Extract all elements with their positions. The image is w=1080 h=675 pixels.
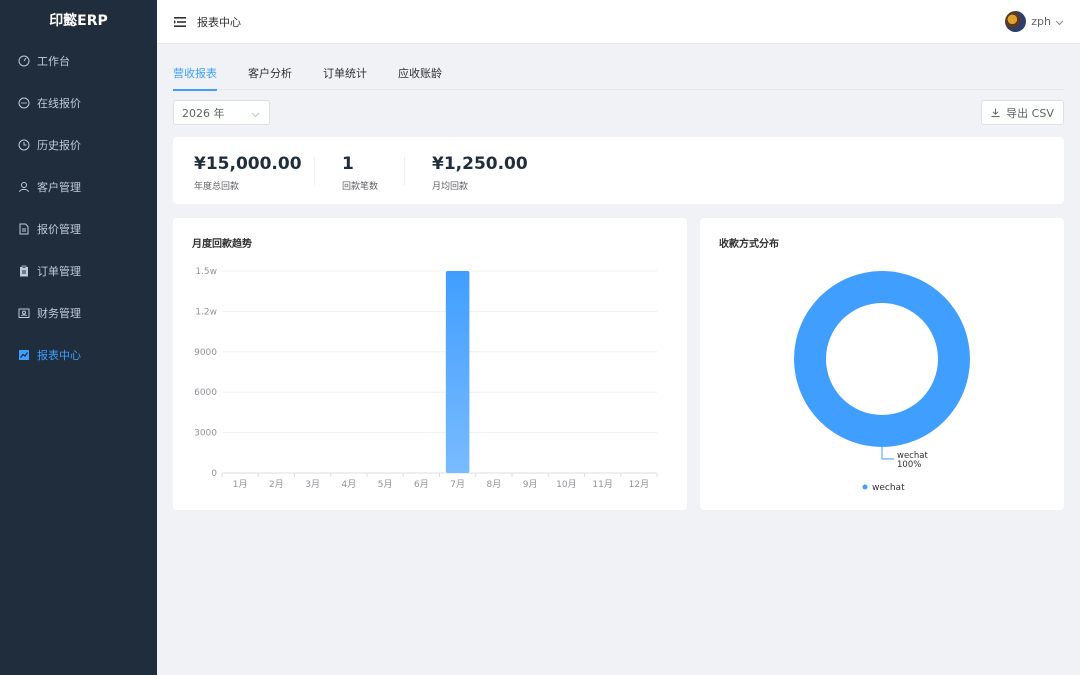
wallet-icon <box>18 307 30 319</box>
clock-icon <box>18 139 30 151</box>
tab-4[interactable]: 应收账龄 <box>398 64 442 90</box>
sidebar-item-chat[interactable]: 在线报价 <box>0 82 157 124</box>
export-csv-label: 导出 CSV <box>1006 106 1054 120</box>
slice-wechat <box>794 271 970 447</box>
x-tick-label: 10月 <box>556 479 576 490</box>
hamburger-icon[interactable] <box>174 16 186 28</box>
breadcrumb: 报表中心 <box>197 15 241 29</box>
x-tick-label: 5月 <box>378 479 393 490</box>
y-tick-label: 9000 <box>194 348 217 358</box>
username: zph <box>1031 15 1051 28</box>
sidebar-item-label: 在线报价 <box>37 97 81 110</box>
monthly-trend-card: 月度回款趋势 0 3000 6000 9000 1.2w 1.5w 1月 2月 3月 4月 5月 6月… <box>173 218 687 510</box>
sidebar-item-wallet[interactable]: 财务管理 <box>0 292 157 334</box>
export-csv-button[interactable]: 导出 CSV <box>981 100 1064 125</box>
tab-2[interactable]: 客户分析 <box>248 64 292 90</box>
sidebar-item-label: 客户管理 <box>37 181 81 194</box>
monthly-bar-chart: 0 3000 6000 9000 1.2w 1.5w 1月 2月 3月 4月 5月 6月 7月 8月 9月 1… <box>194 267 658 490</box>
stat-value: ¥1,250.00 <box>432 154 528 174</box>
x-tick-label: 6月 <box>414 479 429 490</box>
sidebar-item-clipboard[interactable]: 订单管理 <box>0 250 157 292</box>
x-tick-label: 4月 <box>342 479 357 490</box>
sidebar: 印懿ERP 工作台在线报价历史报价客户管理报价管理订单管理财务管理报表中心 <box>0 0 157 675</box>
year-select-value: 2026 年 <box>182 106 225 120</box>
x-tick-label: 9月 <box>523 479 538 490</box>
legend-label: wechat <box>872 483 905 493</box>
y-tick-label: 1.2w <box>195 307 217 317</box>
stat-label: 年度总回款 <box>194 182 240 192</box>
x-tick-label: 11月 <box>592 479 612 490</box>
stat-label: 月均回款 <box>432 182 469 192</box>
x-tick-label: 12月 <box>629 479 649 490</box>
sidebar-item-dashboard[interactable]: 工作台 <box>0 40 157 82</box>
download-icon <box>991 108 1000 117</box>
sidebar-item-label: 报表中心 <box>37 349 81 362</box>
tab-3[interactable]: 订单统计 <box>323 64 367 90</box>
report-tabs: 营收报表 客户分析 订单统计 应收账龄 <box>173 64 1064 91</box>
payment-method-card: 收款方式分布 wechat 100% wechat <box>700 218 1064 510</box>
chart-icon <box>18 349 30 361</box>
sidebar-item-label: 订单管理 <box>37 265 81 278</box>
top-header: 报表中心 zph <box>157 0 1080 44</box>
stat-value: 1 <box>342 154 354 174</box>
user-icon <box>18 181 30 193</box>
sidebar-item-label: 工作台 <box>37 55 70 68</box>
legend-marker <box>862 484 868 490</box>
stat-divider <box>314 157 315 185</box>
sidebar-item-chart[interactable]: 报表中心 <box>0 334 157 376</box>
avatar[interactable] <box>1005 11 1027 32</box>
bar-7 <box>445 271 470 473</box>
chevron-down-icon <box>1055 15 1064 29</box>
label-leader-line <box>881 447 894 460</box>
sidebar-item-label: 报价管理 <box>37 223 81 236</box>
x-tick-label: 8月 <box>487 479 502 490</box>
sidebar-item-label: 历史报价 <box>37 139 81 152</box>
stat-divider <box>404 157 405 185</box>
stat-label: 回款笔数 <box>342 182 379 192</box>
document-icon <box>18 223 30 235</box>
y-tick-label: 1.5w <box>195 267 217 277</box>
y-tick-label: 3000 <box>194 429 217 439</box>
sidebar-item-label: 财务管理 <box>37 307 81 320</box>
dashboard-icon <box>18 55 30 67</box>
year-select[interactable]: 2026 年 <box>173 100 270 125</box>
sidebar-menu: 工作台在线报价历史报价客户管理报价管理订单管理财务管理报表中心 <box>0 40 157 376</box>
x-tick-label: 2月 <box>269 479 284 490</box>
stats-card: ¥15,000.00 年度总回款 1 回款笔数 ¥1,250.00 月均回款 <box>173 137 1064 204</box>
sidebar-item-clock[interactable]: 历史报价 <box>0 124 157 166</box>
clipboard-icon <box>18 265 30 277</box>
y-tick-label: 6000 <box>194 388 217 398</box>
user-menu[interactable]: zph <box>1005 11 1064 32</box>
payment-donut-chart: wechat100%wechat <box>794 271 970 493</box>
tab-1[interactable]: 营收报表 <box>173 64 217 91</box>
x-tick-label: 3月 <box>305 479 320 490</box>
chat-icon <box>18 97 30 109</box>
y-tick-label: 0 <box>211 469 217 479</box>
x-tick-label: 7月 <box>450 479 465 490</box>
slice-percent-label: 100% <box>897 460 921 470</box>
x-tick-label: 1月 <box>233 479 248 490</box>
app-logo: 印懿ERP <box>49 13 108 29</box>
stat-value: ¥15,000.00 <box>194 154 302 174</box>
chevron-down-icon <box>251 108 260 121</box>
sidebar-item-user[interactable]: 客户管理 <box>0 166 157 208</box>
sidebar-item-document[interactable]: 报价管理 <box>0 208 157 250</box>
